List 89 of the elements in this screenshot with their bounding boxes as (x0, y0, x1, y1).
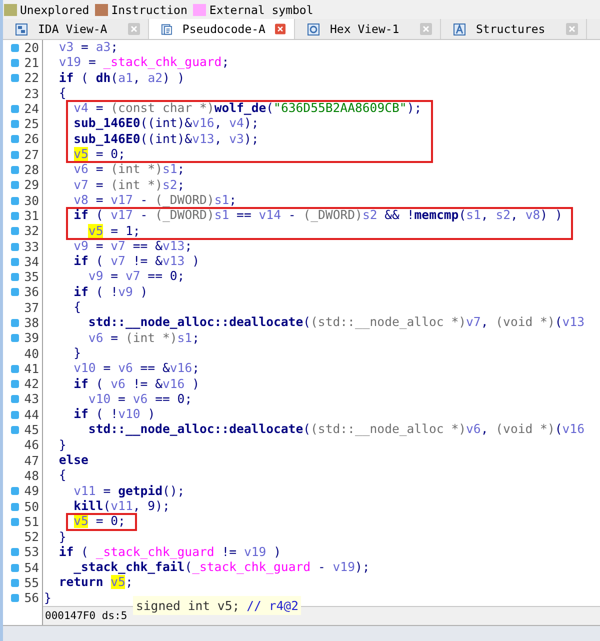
legend-label: External symbol (209, 2, 314, 16)
code-line: { (72, 300, 82, 316)
code-line: v5 = 1; (87, 224, 140, 239)
code-line: v3 = a3; (58, 40, 118, 56)
line-number: 47 (24, 454, 39, 468)
code-line: sub_146E0((int)&v16, v4); (72, 116, 259, 132)
code-line: v5 = 0; (72, 514, 126, 530)
line-number: 46 (24, 438, 39, 452)
status-address: 000147F0 ds:5 (45, 610, 128, 622)
code-line: v19 = _stack_chk_guard; (58, 55, 230, 71)
close-icon[interactable] (420, 23, 432, 35)
line-number: 53 (24, 545, 39, 560)
legend-label: Unexplored (20, 2, 90, 16)
line-number: 35 (24, 270, 39, 284)
line-number: 23 (24, 86, 39, 101)
code-line: v11 = getpid(); (72, 484, 185, 499)
code-line: v6 = (int *)s1; (87, 330, 200, 346)
code-line: if ( !v9 ) (72, 284, 148, 300)
code-line: } (44, 590, 52, 606)
line-number: 29 (24, 178, 39, 192)
line-number: 48 (24, 468, 39, 483)
line-number: 56 (24, 591, 39, 606)
code-line: { (58, 468, 66, 484)
line-number: 43 (24, 392, 39, 406)
code-line: std::__node_alloc::deallocate((std::__node_alloc *)v6, (void *)(v16 (87, 422, 584, 438)
code-line: else (58, 453, 88, 468)
close-icon[interactable] (566, 23, 578, 35)
code-line: if ( v7 != &v13 ) (72, 254, 200, 270)
line-number: 24 (24, 102, 39, 116)
line-number: 21 (24, 56, 39, 70)
line-number: 20 (24, 40, 39, 55)
close-icon[interactable] (128, 23, 140, 35)
code-line: v9 = v7 == 0; (87, 269, 185, 285)
line-number: 33 (24, 240, 39, 254)
graph-icon (15, 22, 28, 36)
line-number: 41 (24, 362, 39, 376)
code-line: { (58, 86, 66, 102)
line-number: 49 (24, 484, 39, 498)
line-number: 51 (24, 514, 39, 529)
code-line: } (58, 530, 66, 545)
code-line: if ( v17 - (_DWORD)s1 == v14 - (_DWORD)s2 && !memcmp(s1, s2, v8) ) (72, 208, 562, 224)
line-number: 26 (24, 132, 39, 146)
line-number: 44 (24, 408, 39, 422)
line-number: 31 (24, 208, 39, 223)
code-line: return v5; (58, 575, 133, 591)
code-line: v6 = (int *)s1; (72, 162, 185, 178)
line-number: 32 (24, 224, 39, 238)
code-line: _stack_chk_fail(_stack_chk_guard - v19); (72, 560, 370, 576)
line-number: 28 (24, 163, 39, 178)
code-line: std::__node_alloc::deallocate((std::__node_alloc *)v7, (void *)(v13 (87, 315, 584, 331)
line-number: 52 (24, 530, 39, 544)
line-number: 50 (24, 500, 39, 514)
line-number: 30 (24, 194, 39, 208)
line-number: 27 (24, 148, 39, 162)
line-number: 25 (24, 117, 39, 132)
code-line: if ( _stack_chk_guard != v19 ) (58, 544, 281, 560)
code-line: v5 = 0; (72, 147, 126, 162)
legend-label: Instruction (111, 2, 188, 16)
code-line: v9 = v7 == &v13; (72, 238, 192, 254)
code-line: if ( !v10 ) (72, 407, 156, 422)
line-number: 40 (24, 346, 39, 361)
line-number: 45 (24, 423, 39, 438)
code-line: v7 = (int *)s2; (72, 178, 185, 193)
code-line: sub_146E0((int)&v13, v3); (72, 132, 259, 148)
line-number: 54 (24, 560, 39, 575)
line-number: 39 (24, 331, 39, 346)
line-number: 42 (24, 377, 39, 392)
document-icon (161, 22, 172, 36)
close-icon[interactable] (275, 23, 286, 35)
code-line: v10 = v6 == &v16; (72, 361, 200, 377)
circle-icon (307, 22, 320, 36)
structure-icon (453, 22, 466, 36)
code-line: v10 = v6 == 0; (87, 392, 192, 408)
line-number: 37 (24, 300, 39, 315)
line-number: 22 (24, 71, 39, 86)
code-line: v8 = v17 - (_DWORD)s1; (72, 192, 237, 208)
line-number: 34 (24, 254, 39, 269)
code-line: } (72, 346, 82, 362)
code-line: if ( v6 != &v16 ) (72, 376, 200, 392)
tooltip-comment: // r4@2 (246, 598, 298, 612)
code-line: if ( dh(a1, a2) ) (58, 70, 185, 86)
line-number: 55 (24, 576, 39, 590)
code-line: v4 = (const char *)wolf_de("636D55B2AA8609CB"); (72, 101, 422, 116)
tooltip-declaration: signed int v5; (136, 598, 240, 612)
tab[interactable]: Pseudocode-A (149, 19, 295, 39)
code-line: kill(v11, 9); (72, 498, 170, 514)
line-number: 36 (24, 285, 39, 300)
line-number: 38 (24, 316, 39, 330)
code-line: } (58, 438, 66, 454)
